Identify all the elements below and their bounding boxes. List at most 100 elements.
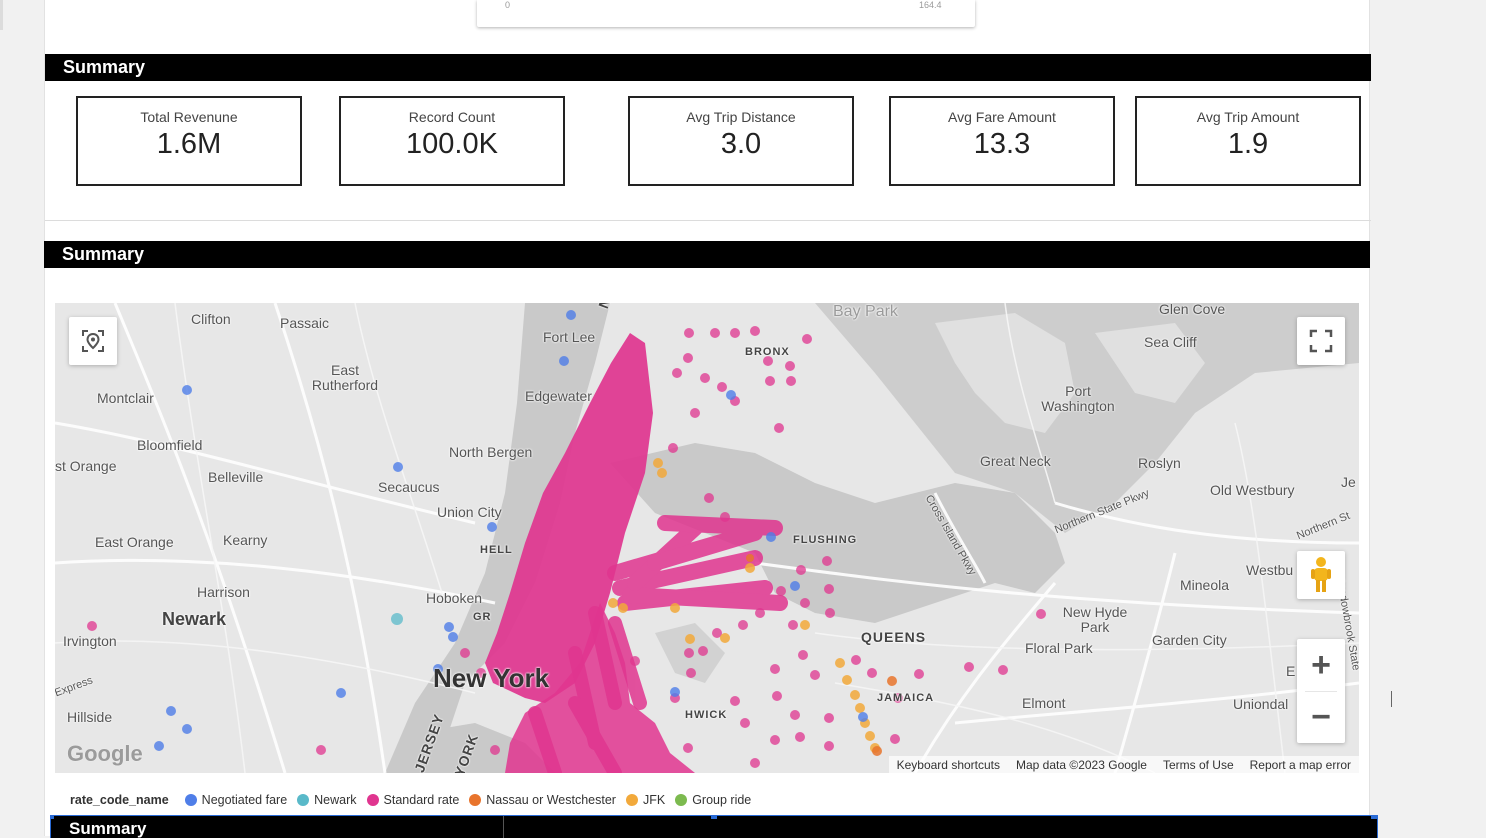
place-label: Harrison — [197, 584, 250, 600]
section-header-summary-3-selected[interactable]: Summary — [50, 815, 1378, 838]
kpi-label: Avg Trip Amount — [1196, 109, 1300, 125]
place-label: Irvington — [63, 633, 117, 649]
place-label: Sea Cliff — [1144, 334, 1197, 350]
resize-handle-right[interactable] — [1371, 816, 1377, 819]
axis-tick-right: 164.4 — [919, 0, 942, 10]
place-label: Mineola — [1180, 577, 1230, 593]
google-logo: Google — [67, 741, 143, 766]
location-target-icon — [82, 330, 104, 352]
place-label: E — [1286, 663, 1296, 679]
place-label: Glen Cove — [1159, 303, 1226, 317]
place-label: New Hyde Park — [1062, 604, 1128, 635]
place-label: Old Westbury — [1210, 482, 1295, 498]
place-label: Passaic — [280, 315, 330, 331]
place-label: Westbu — [1246, 562, 1294, 578]
fullscreen-icon — [1309, 329, 1333, 353]
place-label: st Orange — [55, 458, 117, 474]
legend-dot — [625, 794, 638, 806]
kpi-value: 1.6M — [156, 128, 222, 160]
place-label: Roslyn — [1138, 455, 1181, 471]
place-label: Uniondal — [1233, 696, 1289, 712]
section-header-summary-2: Summary — [44, 241, 1370, 268]
place-label: GR — [473, 611, 492, 623]
street-view-button[interactable] — [1297, 551, 1345, 599]
place-label: FLUSHING — [793, 534, 858, 546]
kpi-avg-fare-amount[interactable]: Avg Fare Amount 13.3 — [889, 96, 1115, 186]
legend-label: JFK — [642, 793, 666, 807]
legend-dot — [297, 794, 310, 806]
legend-label: Standard rate — [383, 793, 460, 807]
kpi-value: 3.0 — [720, 128, 762, 160]
terms-of-use-link[interactable]: Terms of Use — [1155, 758, 1242, 772]
kpi-record-count[interactable]: Record Count 100.0K — [339, 96, 565, 186]
left-edge-mark — [0, 0, 3, 30]
legend-dot — [469, 794, 482, 806]
place-label: Belleville — [208, 469, 264, 485]
legend-item-jfk[interactable]: JFK — [625, 793, 666, 807]
map-data-text: Map data ©2023 Google — [1016, 757, 1147, 772]
place-label: JAMAICA — [877, 692, 935, 704]
kpi-avg-trip-distance[interactable]: Avg Trip Distance 3.0 — [628, 96, 854, 186]
legend-dot — [366, 794, 379, 806]
page: 0 164.4 Summary Total Revenune 1.6M Reco… — [0, 0, 1486, 838]
section-divider — [45, 220, 1371, 221]
legend-item-nassau-westchester[interactable]: Nassau or Westchester — [469, 793, 616, 807]
resize-handle-left[interactable] — [51, 816, 54, 819]
legend-dot — [184, 794, 197, 806]
kpi-label: Total Revenune — [140, 109, 238, 125]
place-label: North Bergen — [449, 444, 533, 460]
top-chart-card: 0 164.4 — [477, 0, 975, 27]
place-label: HELL — [480, 544, 513, 556]
fullscreen-button[interactable] — [1297, 317, 1345, 365]
zoom-out-button[interactable]: − — [1297, 691, 1345, 743]
place-label: Edgewater — [525, 388, 592, 404]
legend-item-negotiated-fare[interactable]: Negotiated fare — [184, 793, 288, 807]
legend-item-newark[interactable]: Newark — [297, 793, 357, 807]
kpi-avg-trip-amount[interactable]: Avg Trip Amount 1.9 — [1135, 96, 1361, 186]
report-map-error-link[interactable]: Report a map error — [1242, 758, 1359, 772]
kpi-label: Avg Trip Distance — [686, 109, 796, 125]
kpi-value: 13.3 — [973, 128, 1031, 160]
zoom-in-button[interactable]: + — [1297, 639, 1345, 691]
kpi-label: Avg Fare Amount — [948, 109, 1056, 125]
report-canvas: 0 164.4 Summary Total Revenune 1.6M Reco… — [44, 0, 1378, 838]
legend-dot — [675, 794, 688, 806]
my-location-button[interactable] — [69, 317, 117, 365]
place-label: Great Neck — [980, 453, 1051, 469]
place-label: Garden City — [1152, 632, 1227, 648]
axis-tick-left: 0 — [505, 0, 511, 10]
column-guide — [503, 816, 504, 838]
place-label: Secaucus — [378, 479, 440, 495]
place-label: Port Washington — [1041, 383, 1115, 414]
legend-item-group-ride[interactable]: Group ride — [675, 793, 751, 807]
legend-label: Negotiated fare — [201, 793, 288, 807]
place-label: Fort Lee — [543, 329, 596, 345]
place-label: Clifton — [191, 311, 231, 327]
kpi-value: 1.9 — [1227, 128, 1269, 160]
place-label: HWICK — [685, 709, 728, 721]
trip-map[interactable]: Clifton Passaic Fort Lee Bay Park Glen C… — [55, 303, 1359, 773]
text-cursor-mark — [1391, 691, 1392, 707]
kpi-value: 100.0K — [406, 128, 498, 160]
kpi-total-revenue[interactable]: Total Revenune 1.6M — [76, 96, 302, 186]
place-label: Union City — [437, 504, 502, 520]
legend-title: rate_code_name — [70, 793, 169, 807]
place-label: Hoboken — [426, 590, 483, 606]
kpi-label: Record Count — [408, 109, 496, 125]
place-label: New York — [433, 663, 550, 693]
place-label: Bay Park — [833, 303, 898, 320]
place-label: Je — [1341, 474, 1356, 490]
resize-handle-middle[interactable] — [711, 816, 717, 819]
place-label: Montclair — [97, 390, 154, 406]
place-label: Kearny — [223, 532, 268, 548]
legend-item-standard-rate[interactable]: Standard rate — [366, 793, 460, 807]
keyboard-shortcuts-link[interactable]: Keyboard shortcuts — [889, 758, 1008, 772]
place-label: BRONX — [745, 346, 790, 358]
street-view-pegman-icon — [1311, 557, 1331, 592]
place-label: Newark — [162, 609, 227, 629]
place-label: QUEENS — [861, 629, 927, 645]
place-label: Hillside — [67, 709, 113, 725]
section-header-summary: Summary — [45, 54, 1371, 81]
place-label: Elmont — [1022, 695, 1066, 711]
legend-label: Newark — [314, 793, 357, 807]
